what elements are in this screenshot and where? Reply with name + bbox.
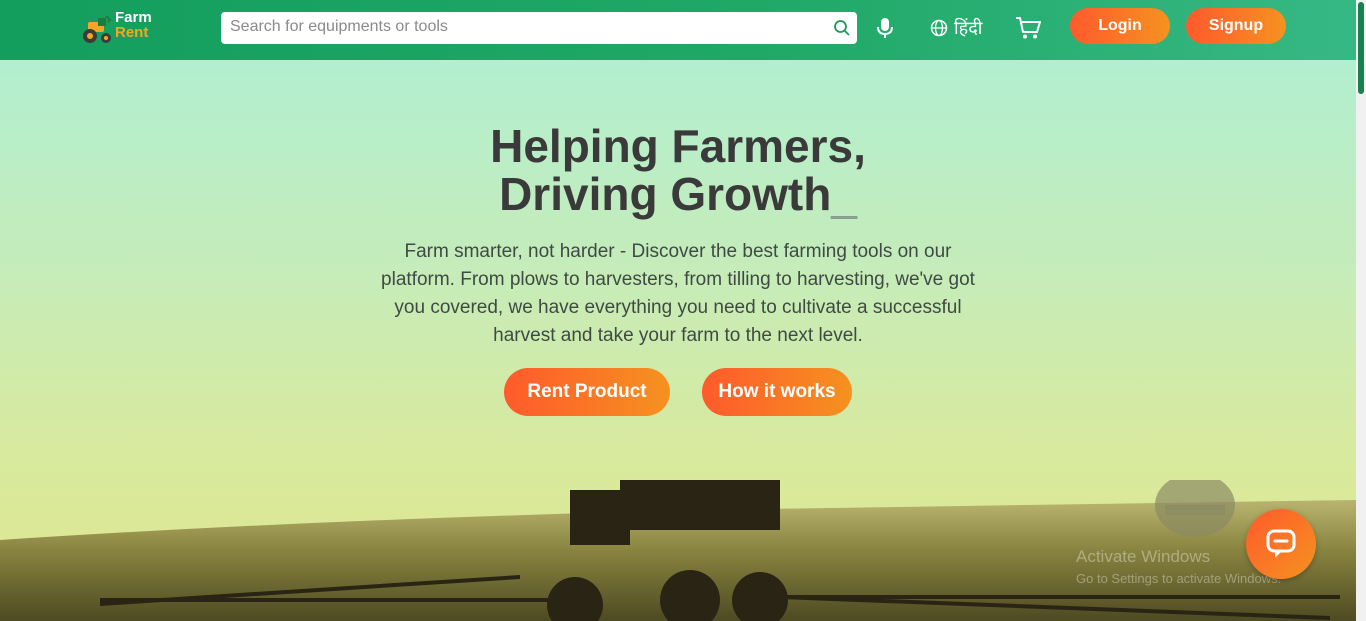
watermark-line2: Go to Settings to activate Windows.	[1076, 571, 1282, 586]
language-switch[interactable]: हिंदी	[930, 16, 982, 40]
brand-name: Farm Rent	[115, 10, 152, 40]
brand-logo[interactable]: Farm Rent	[80, 8, 170, 48]
search-input[interactable]	[221, 12, 829, 42]
hero-section: Helping Farmers, Driving Growth_ Farm sm…	[0, 60, 1356, 621]
login-button[interactable]: Login	[1070, 8, 1170, 44]
tractor-logo-icon	[83, 15, 112, 43]
rent-product-button[interactable]: Rent Product	[504, 368, 670, 416]
mic-icon[interactable]	[876, 17, 894, 39]
typing-cursor: _	[831, 168, 857, 220]
hero-headline: Helping Farmers, Driving Growth_	[0, 122, 1356, 218]
brand-line1: Farm	[115, 9, 152, 26]
watermark-line1: Activate Windows	[1076, 547, 1211, 566]
globe-icon	[930, 19, 948, 37]
hero-description: Farm smarter, not harder - Discover the …	[381, 241, 975, 346]
chat-support-button[interactable]	[1246, 509, 1316, 579]
brand-line2: Rent	[115, 24, 149, 41]
top-navbar: Farm Rent हिंदी Login Signup	[0, 0, 1356, 60]
headline-line2: Driving Growth	[499, 168, 832, 220]
chat-icon	[1266, 529, 1296, 558]
signup-button[interactable]: Signup	[1186, 8, 1286, 44]
search-icon[interactable]	[833, 19, 851, 37]
headline-line1: Helping Farmers,	[490, 120, 866, 172]
cart-icon[interactable]	[1015, 16, 1041, 40]
page-scrollbar[interactable]	[1356, 0, 1366, 621]
how-it-works-button[interactable]: How it works	[702, 368, 852, 416]
scrollbar-thumb[interactable]	[1358, 2, 1364, 94]
language-label: हिंदी	[954, 18, 983, 38]
search-box	[221, 12, 857, 44]
